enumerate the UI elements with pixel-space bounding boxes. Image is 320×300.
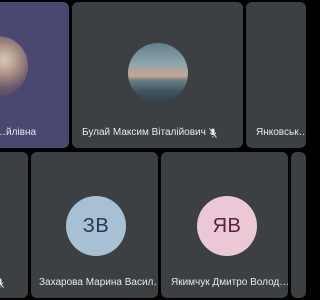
- participant-name: Якимчук Дмитро Волод…: [171, 277, 288, 288]
- participant-tile[interactable]: [0, 152, 28, 298]
- participant-name: [0, 278, 4, 288]
- avatar-initials: ЯВ: [212, 214, 242, 237]
- participant-tile[interactable]: Янковськ…: [246, 2, 306, 148]
- participant-tile[interactable]: ЯВ Якимчук Дмитро Волод…: [161, 152, 288, 298]
- participant-name: Булай Максим Віталійович: [82, 127, 217, 138]
- participant-tile[interactable]: ЗВ Захарова Марина Васил…: [31, 152, 158, 298]
- participant-tile[interactable]: Булай Максим Віталійович: [72, 2, 243, 148]
- participant-avatar: ЯВ: [197, 196, 257, 256]
- mic-off-icon: [208, 127, 217, 138]
- avatar-initials: ЗВ: [82, 214, 110, 237]
- participant-photo: [128, 43, 188, 103]
- participant-photo: [0, 36, 28, 96]
- participant-name: …йлівна: [0, 127, 37, 138]
- participant-name: Янковськ…: [256, 127, 306, 138]
- participant-tile[interactable]: …йлівна: [0, 2, 69, 148]
- mic-off-icon: [0, 278, 4, 288]
- participant-name: Захарова Марина Васил…: [39, 277, 158, 288]
- participant-avatar: ЗВ: [66, 196, 126, 256]
- participant-tile[interactable]: [291, 152, 306, 298]
